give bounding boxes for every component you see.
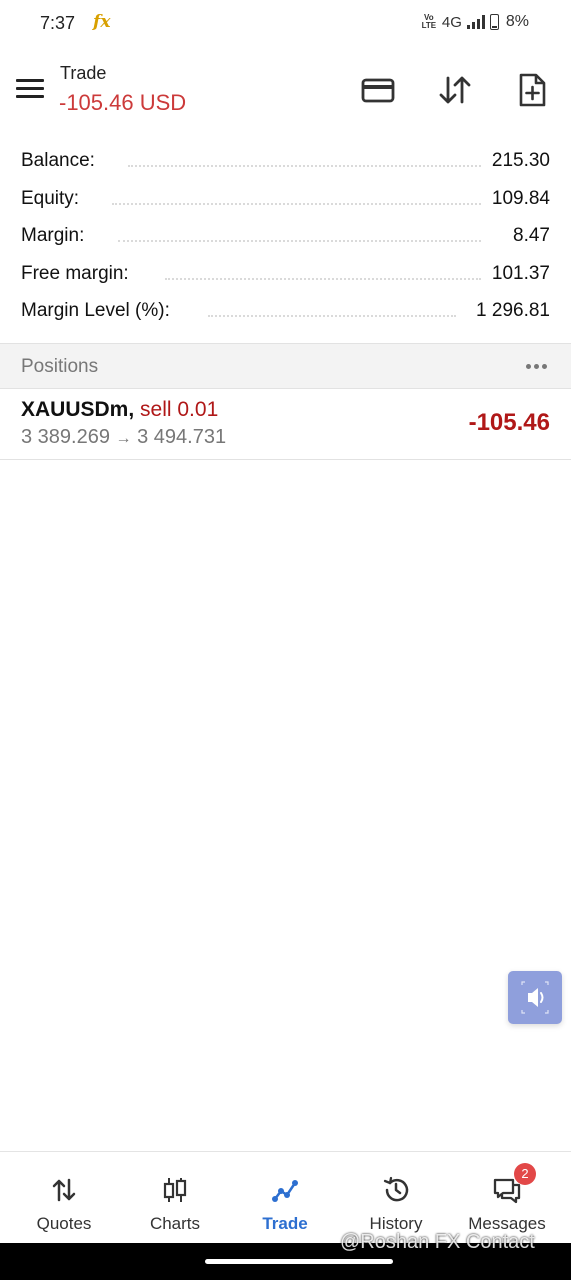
equity-value: 109.84 [483,187,550,210]
free-margin-label: Free margin: [21,262,137,285]
nav-quotes[interactable]: Quotes [7,1152,121,1244]
position-title: XAUUSDm, sell 0.01 [21,398,218,422]
nav-charts[interactable]: Charts [118,1152,232,1244]
equity-row: Equity: 109.84 [0,181,571,219]
free-margin-row: Free margin: 101.37 [0,256,571,294]
battery-icon [489,14,499,30]
margin-value: 8.47 [505,225,550,247]
free-margin-value: 101.37 [483,262,550,285]
deposit-card-icon[interactable] [360,72,396,108]
dot-leader [208,315,456,317]
open-price: 3 389.269 [21,426,110,448]
positions-title: Positions [21,356,99,377]
volte-icon: Vo LTE [421,13,437,30]
position-row[interactable]: XAUUSDm, sell 0.01 3 389.269 → 3 494.731… [0,389,571,460]
status-time: 7:37 [40,13,76,33]
sort-icon[interactable] [437,72,473,108]
margin-level-row: Margin Level (%): 1 296.81 [0,293,571,331]
app-header: Trade -105.46 USD [0,56,571,126]
margin-label: Margin: [21,225,93,247]
trade-line-icon [272,1180,298,1202]
network-type: 4G [441,13,462,31]
quotes-arrows-icon [52,1178,76,1202]
total-profit: -105.46 USD [59,90,187,115]
page-title: Trade [60,63,107,83]
current-price: 3 494.731 [137,426,227,448]
position-symbol: XAUUSDm, [21,398,135,421]
position-side-volume: sell 0.01 [140,398,219,421]
menu-icon[interactable] [16,79,44,101]
margin-level-value: 1 296.81 [468,300,550,322]
arrow-right-icon: → [115,430,132,447]
candlestick-icon [163,1178,187,1202]
battery-percent: 8% [505,13,529,30]
positions-header: Positions [0,343,571,389]
equity-label: Equity: [21,187,88,210]
dot-leader [112,202,481,205]
dot-leader [128,165,481,167]
margin-level-label: Margin Level (%): [21,300,178,322]
balance-value: 215.30 [483,150,550,172]
status-bar: 7:37 fx Vo LTE 4G 8% [0,0,571,48]
status-indicators: Vo LTE 4G 8% [421,13,529,31]
watermark-text: @Roshan FX Contact [340,1231,535,1253]
position-profit: -105.46 [468,409,550,436]
more-options-icon[interactable] [526,364,547,369]
history-clock-icon [383,1176,409,1202]
nav-quotes-label: Quotes [36,1214,92,1233]
home-indicator[interactable] [205,1259,393,1264]
dot-leader [165,277,481,280]
speaker-icon [521,981,549,1014]
nav-charts-label: Charts [149,1214,201,1233]
sound-toggle-button[interactable] [508,971,562,1024]
position-prices: 3 389.269 → 3 494.731 [21,426,226,449]
new-order-icon[interactable] [514,72,550,108]
unread-badge: 2 [514,1163,536,1185]
dot-leader [118,240,481,242]
nav-trade[interactable]: Trade [228,1152,342,1244]
nav-trade-label: Trade [262,1214,308,1233]
account-summary: Balance: 215.30 Equity: 109.84 Margin: 8… [0,143,571,331]
balance-label: Balance: [21,150,103,172]
balance-row: Balance: 215.30 [0,143,571,181]
signal-icon [466,15,485,29]
margin-row: Margin: 8.47 [0,218,571,256]
fx-app-icon: fx [93,12,111,32]
